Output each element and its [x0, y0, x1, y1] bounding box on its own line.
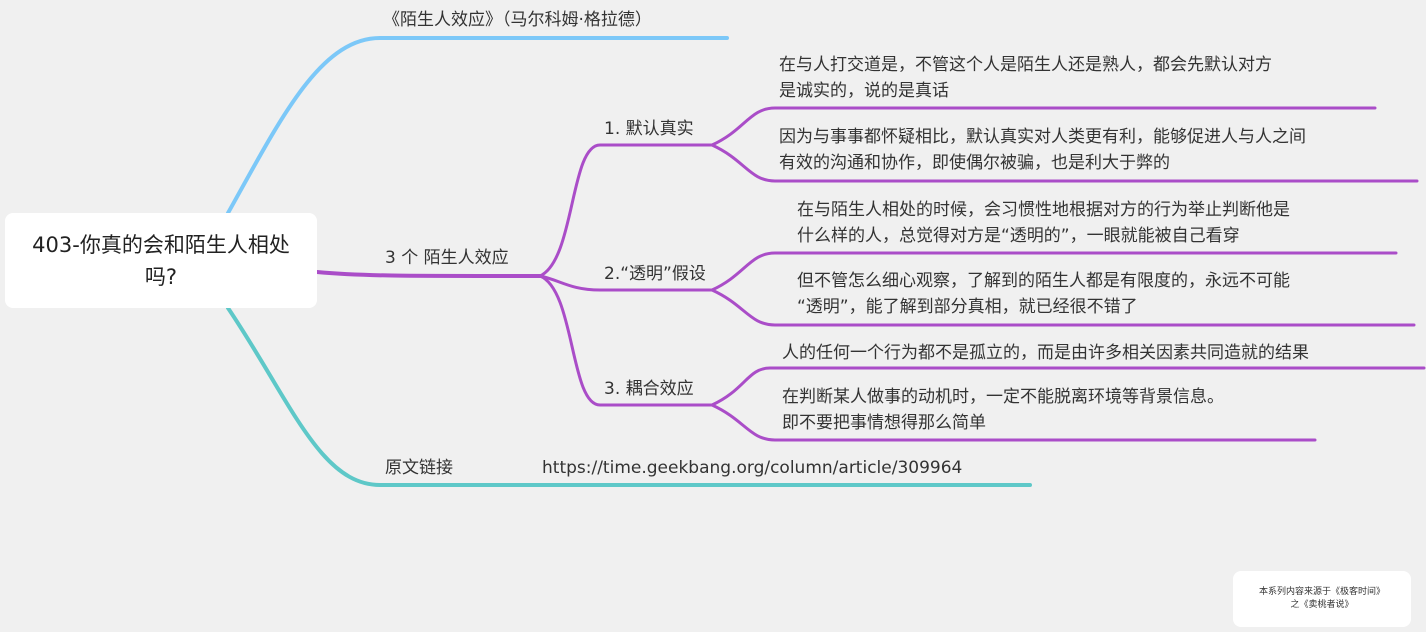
root-topic[interactable]: 403-你真的会和陌生人相处吗? [5, 213, 317, 308]
source-url-link[interactable]: https://time.geekbang.org/column/article… [542, 455, 962, 481]
note-default-truth-2[interactable]: 因为与事事都怀疑相比，默认真实对人类更有利，能够促进人与人之间 有效的沟通和协作… [779, 124, 1306, 176]
note-transparency-2[interactable]: 但不管怎么细心观察，了解到的陌生人都是有限度的，永远不可能 “透明”，能了解到部… [797, 268, 1290, 320]
credit-note: 本系列内容来源于《极客时间》 之《卖桃者说》 [1233, 571, 1411, 627]
root-topic-label: 403-你真的会和陌生人相处吗? [32, 232, 290, 289]
connector-effects [315, 270, 542, 278]
connector-effect-1 [538, 143, 714, 278]
mind-map-canvas: 403-你真的会和陌生人相处吗? 《陌生人效应》（马尔科姆·格拉德） 3 个 陌… [0, 0, 1426, 632]
subtopic-coupling[interactable]: 3. 耦合效应 [604, 376, 694, 402]
note-transparency-1[interactable]: 在与陌生人相处的时候，会习惯性地根据对方的行为举止判断他是 什么样的人，总觉得对… [797, 197, 1290, 249]
subtopic-transparency[interactable]: 2.“透明”假设 [604, 261, 706, 287]
credit-line-1: 本系列内容来源于《极客时间》 [1258, 587, 1385, 597]
topic-stranger-effects[interactable]: 3 个 陌生人效应 [385, 245, 509, 271]
note-coupling-2[interactable]: 在判断某人做事的动机时，一定不能脱离环境等背景信息。 即不要把事情想得那么简单 [782, 384, 1224, 436]
topic-source-link[interactable]: 原文链接 [385, 455, 453, 481]
topic-book[interactable]: 《陌生人效应》（马尔科姆·格拉德） [383, 7, 652, 33]
subtopic-default-truth[interactable]: 1. 默认真实 [604, 116, 694, 142]
note-coupling-1[interactable]: 人的任何一个行为都不是孤立的，而是由许多相关因素共同造就的结果 [782, 340, 1309, 366]
credit-line-2: 之《卖桃者说》 [1290, 600, 1354, 610]
note-default-truth-1[interactable]: 在与人打交道是，不管这个人是陌生人还是熟人，都会先默认对方 是诚实的，说的是真话 [779, 52, 1272, 104]
